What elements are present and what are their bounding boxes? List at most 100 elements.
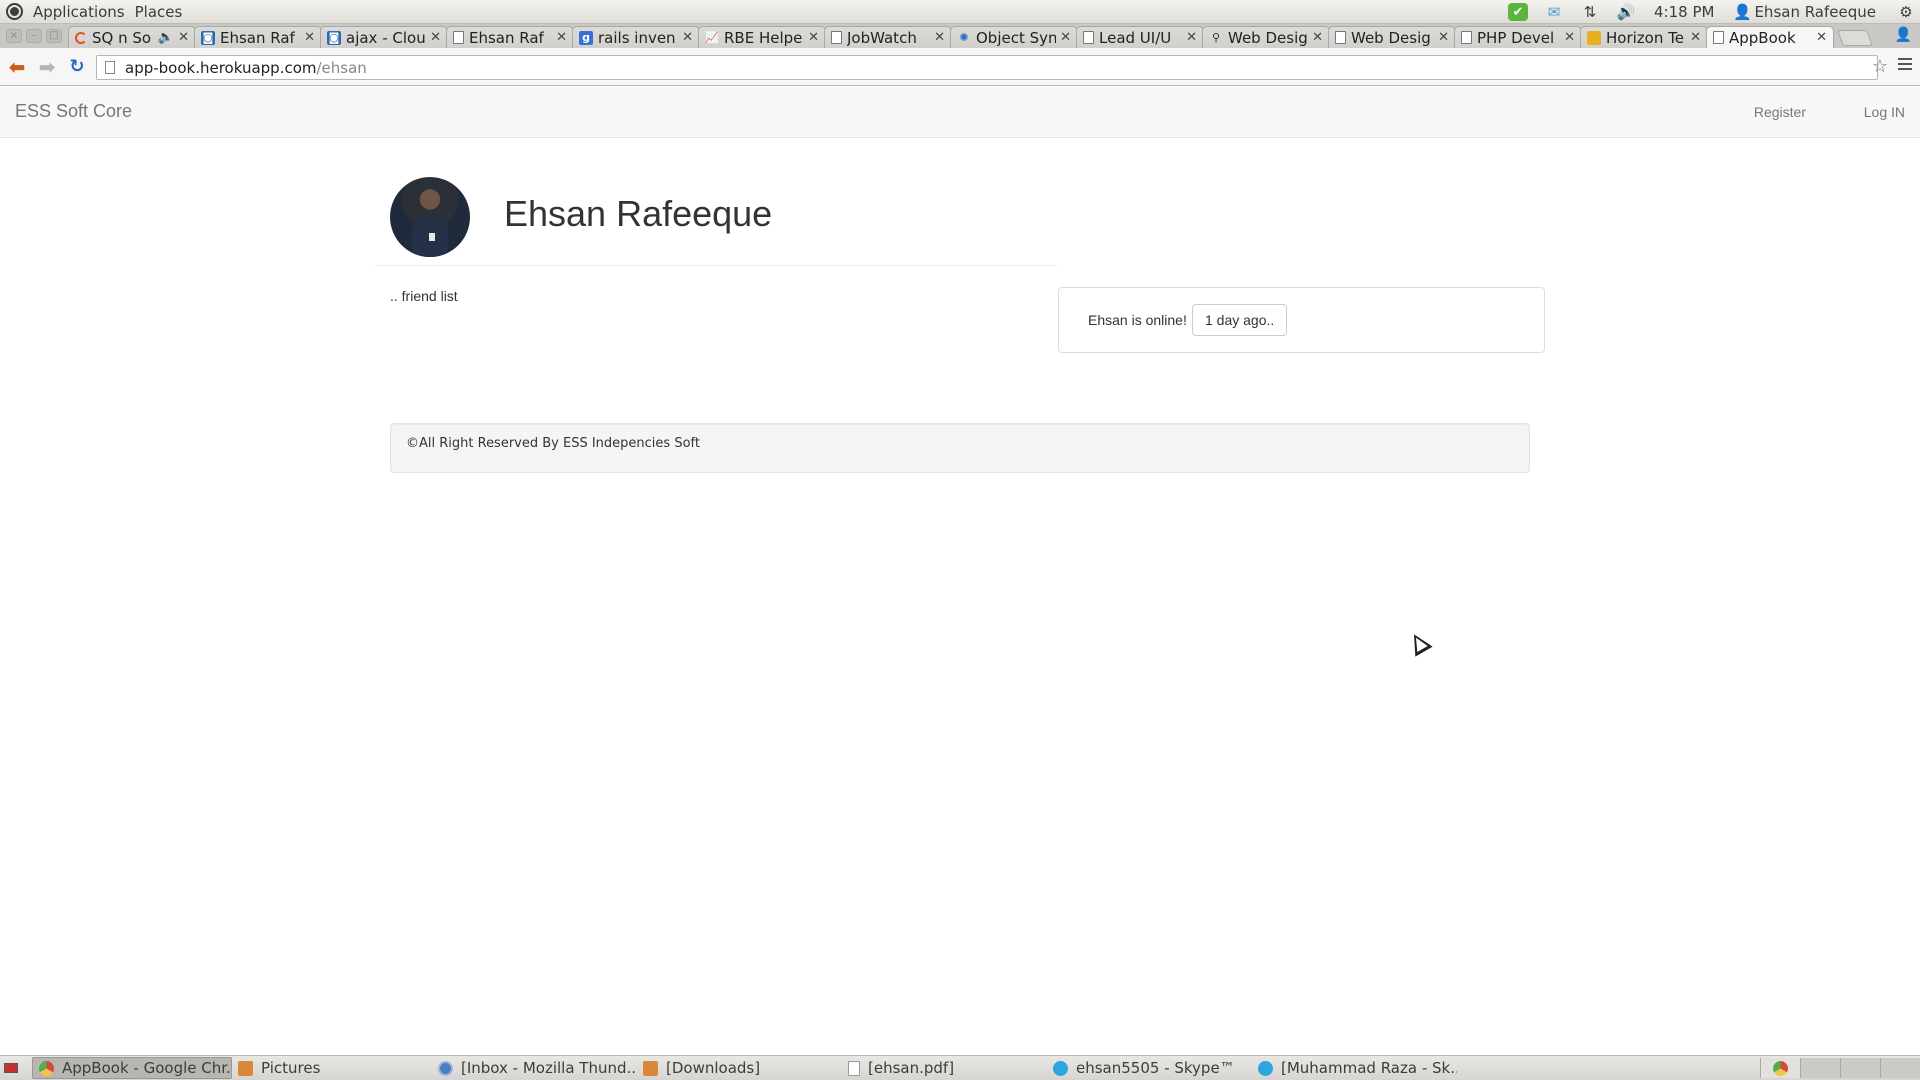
taskbar-item-chrome[interactable]: AppBook - Google Chr...	[32, 1057, 232, 1079]
bookmark-star-icon[interactable]: ☆	[1872, 56, 1888, 77]
user-name[interactable]: Ehsan Rafeeque	[1754, 3, 1876, 21]
site-navbar: ESS Soft Core Register Log IN	[0, 87, 1920, 138]
tab[interactable]: JobWatch ✕	[824, 26, 952, 48]
tab-close-icon[interactable]: ✕	[430, 30, 441, 45]
clock[interactable]: 4:18 PM	[1654, 3, 1714, 21]
chrome-menu-icon[interactable]	[1898, 58, 1912, 70]
mouse-pointer-icon	[1405, 629, 1433, 657]
page-icon	[831, 31, 842, 44]
thunderbird-icon	[438, 1060, 453, 1076]
folder-icon	[238, 1060, 253, 1076]
tab-close-icon[interactable]: ✕	[304, 30, 315, 45]
tab[interactable]: 📈 RBE Helpe ✕	[698, 26, 826, 48]
places-menu[interactable]: Places	[135, 3, 183, 21]
tab[interactable]: Horizon Te ✕	[1580, 26, 1708, 48]
last-seen-button[interactable]: 1 day ago..	[1192, 304, 1288, 336]
address-bar[interactable]: app-book.herokuapp.com/ehsan	[96, 55, 1878, 80]
tab-close-icon[interactable]: ✕	[682, 30, 693, 45]
tab-close-icon[interactable]: ✕	[178, 30, 189, 45]
tab-close-icon[interactable]: ✕	[1564, 30, 1575, 45]
window-controls: × – □	[6, 29, 62, 43]
tab-active[interactable]: AppBook ✕	[1706, 26, 1834, 48]
window-close-button[interactable]: ×	[6, 29, 22, 43]
window-minimize-button[interactable]: –	[26, 29, 42, 43]
tab-close-icon[interactable]: ✕	[1816, 30, 1827, 45]
workspace-switcher	[1760, 1058, 1920, 1078]
tab-title: ajax - Clou	[346, 28, 426, 47]
tab[interactable]: ✺ Object Syn ✕	[950, 26, 1078, 48]
online-status-panel: Ehsan is online! 1 day ago..	[1058, 287, 1545, 353]
tab[interactable]: SQ n So 🔈 ✕	[68, 26, 196, 48]
taskbar-item-label: [Inbox - Mozilla Thund...	[461, 1059, 637, 1077]
site-icon	[1587, 30, 1601, 45]
profile-icon[interactable]: 👤	[1895, 27, 1912, 43]
tab[interactable]: Lead UI/U ✕	[1076, 26, 1204, 48]
tab-close-icon[interactable]: ✕	[934, 30, 945, 45]
tab-close-icon[interactable]: ✕	[556, 30, 567, 45]
url-path: /ehsan	[316, 58, 367, 77]
tab[interactable]: ◙ ajax - Clou ✕	[320, 26, 448, 48]
tab-close-icon[interactable]: ✕	[1060, 30, 1071, 45]
tab-close-icon[interactable]: ✕	[1690, 30, 1701, 45]
tab[interactable]: PHP Devel ✕	[1454, 26, 1582, 48]
taskbar-item-pictures[interactable]: Pictures	[232, 1057, 432, 1079]
taskbar-item-chat[interactable]: [Muhammad Raza - Sk...	[1252, 1057, 1457, 1079]
site-icon: ◙	[327, 30, 341, 45]
tab-close-icon[interactable]: ✕	[1438, 30, 1449, 45]
session-gear-icon[interactable]: ⚙	[1896, 3, 1916, 21]
ubuntu-logo-icon[interactable]	[6, 3, 23, 20]
friend-list: .. friend list	[390, 288, 458, 304]
workspace-4[interactable]	[1880, 1058, 1920, 1078]
workspace-2[interactable]	[1800, 1058, 1840, 1078]
back-arrow-icon[interactable]: ⬅	[4, 54, 30, 80]
google-icon: g	[579, 30, 593, 45]
chrome-icon	[1773, 1060, 1788, 1076]
tab[interactable]: Web Desig ✕	[1328, 26, 1456, 48]
chat-icon	[1258, 1060, 1273, 1076]
page-footer: ©All Right Reserved By ESS Indepencies S…	[390, 423, 1530, 473]
tab-close-icon[interactable]: ✕	[1312, 30, 1323, 45]
folder-icon	[643, 1060, 658, 1076]
show-desktop-icon[interactable]	[4, 1063, 18, 1073]
tab-title: Web Desig	[1228, 28, 1308, 47]
site-icon: ◙	[201, 30, 215, 45]
speaker-icon: 🔈	[157, 30, 175, 45]
tab[interactable]: ⚲ Web Desig ✕	[1202, 26, 1330, 48]
taskbar-item-thunderbird[interactable]: [Inbox - Mozilla Thund...	[432, 1057, 637, 1079]
tab[interactable]: Ehsan Raf ✕	[446, 26, 574, 48]
browser-tab-strip: × – □ SQ n So 🔈 ✕ ◙ Ehsan Raf ✕ ◙ ajax - Clou…	[0, 24, 1920, 48]
tab-title: rails inven	[598, 28, 676, 47]
taskbar-item-downloads[interactable]: [Downloads]	[637, 1057, 842, 1079]
volume-icon[interactable]: 🔊	[1616, 3, 1636, 21]
tab-close-icon[interactable]: ✕	[808, 30, 819, 45]
login-link[interactable]: Log IN	[1864, 104, 1905, 120]
reload-icon[interactable]: ↻	[64, 54, 90, 80]
tab-title: AppBook	[1729, 28, 1796, 47]
footer-copyright: ©All Right Reserved By ESS Indepencies S…	[406, 436, 700, 451]
site-brand[interactable]: ESS Soft Core	[15, 101, 132, 122]
avatar	[390, 177, 470, 257]
tab-title: RBE Helpe	[724, 28, 803, 47]
workspace-1[interactable]	[1760, 1058, 1800, 1078]
tab-close-icon[interactable]: ✕	[1186, 30, 1197, 45]
update-check-icon[interactable]: ✔	[1508, 3, 1528, 21]
new-tab-button[interactable]	[1837, 30, 1873, 46]
register-link[interactable]: Register	[1754, 104, 1806, 120]
tab-title: Ehsan Raf	[469, 28, 544, 47]
tab[interactable]: g rails inven ✕	[572, 26, 700, 48]
taskbar-item-skype[interactable]: ehsan5505 - Skype™	[1047, 1057, 1252, 1079]
tab-title: Lead UI/U	[1099, 28, 1172, 47]
page-icon	[1713, 31, 1724, 44]
network-icon[interactable]: ⇅	[1580, 3, 1600, 21]
applications-menu[interactable]: Applications	[33, 3, 125, 21]
tab[interactable]: ◙ Ehsan Raf ✕	[194, 26, 322, 48]
window-maximize-button[interactable]: □	[46, 29, 62, 43]
workspace-3[interactable]	[1840, 1058, 1880, 1078]
chart-icon: 📈	[705, 31, 719, 44]
forward-arrow-icon[interactable]: ➡	[34, 54, 60, 80]
taskbar-item-label: ehsan5505 - Skype™	[1076, 1059, 1235, 1077]
mail-icon[interactable]: ✉	[1544, 3, 1564, 21]
page-info-icon[interactable]	[105, 61, 115, 74]
page-icon	[1083, 31, 1094, 44]
taskbar-item-pdf[interactable]: [ehsan.pdf]	[842, 1057, 1047, 1079]
